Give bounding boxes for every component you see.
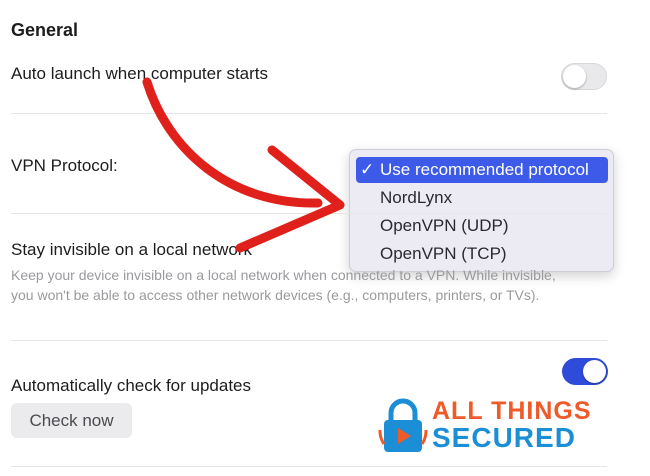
invisible-description: Keep your device invisible on a local ne…: [11, 267, 556, 303]
vpn-protocol-label: VPN Protocol:: [11, 156, 118, 175]
protocol-option-openvpn-tcp[interactable]: OpenVPN (TCP): [356, 241, 608, 267]
page-title: General: [11, 20, 79, 40]
option-label: Use recommended protocol: [380, 160, 589, 179]
divider: [11, 113, 607, 114]
check-now-button[interactable]: Check now: [11, 403, 132, 438]
checkmark-icon: ✓: [360, 160, 375, 179]
watermark-line2: SECURED: [432, 422, 576, 453]
updates-label: Automatically check for updates: [11, 376, 252, 395]
protocol-option-nordlynx[interactable]: NordLynx: [356, 185, 608, 211]
option-label: OpenVPN (UDP): [380, 216, 509, 235]
toggle-knob: [563, 65, 586, 88]
auto-launch-label: Auto launch when computer starts: [11, 64, 269, 83]
divider: [11, 466, 607, 467]
protocol-option-openvpn-udp[interactable]: OpenVPN (UDP): [356, 213, 608, 239]
padlock-icon: [378, 398, 428, 452]
invisible-label: Stay invisible on a local network: [11, 240, 252, 259]
updates-toggle[interactable]: [562, 358, 608, 385]
protocol-option-recommended[interactable]: ✓ Use recommended protocol: [356, 157, 608, 183]
divider: [11, 213, 607, 214]
watermark-logo: ALL THINGS SECURED: [378, 397, 610, 455]
toggle-knob: [583, 360, 606, 383]
protocol-dropdown-menu[interactable]: ✓ Use recommended protocol NordLynx Open…: [349, 149, 614, 272]
divider: [11, 340, 607, 341]
auto-launch-toggle[interactable]: [561, 63, 607, 90]
option-label: OpenVPN (TCP): [380, 244, 507, 263]
option-label: NordLynx: [380, 188, 453, 207]
